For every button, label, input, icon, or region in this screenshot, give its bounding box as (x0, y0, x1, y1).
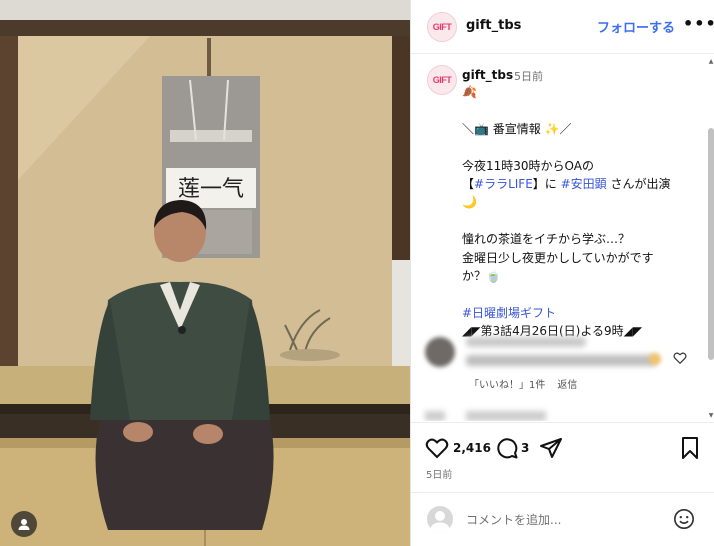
post-actions: 2,416 3 (411, 422, 714, 482)
follow-button[interactable]: フォローする (597, 17, 675, 36)
likes-count[interactable]: 2,416 (453, 441, 491, 455)
default-avatar-icon (430, 511, 450, 532)
current-user-avatar (427, 506, 453, 532)
caption-line: 金曜日少し夜更かししていかがです (462, 250, 654, 265)
post-photo[interactable]: 莲一气 (0, 0, 410, 546)
caption-line: ＼📺 番宣情報 ✨／ (462, 121, 572, 136)
caption-username[interactable]: gift_tbs (462, 68, 513, 82)
caption-line: 今夜11時30時からOAの (462, 158, 594, 173)
hashtag-link[interactable]: #安田顕 (561, 177, 607, 191)
comment-likes[interactable]: 「いいね！」1件 (469, 380, 545, 391)
comments-scroll-area[interactable]: GIFT gift_tbs 5日前 🍂 ＼📺 番宣情報 ✨／ 今夜11時30時か… (411, 55, 714, 421)
hashtag-link[interactable]: #ララLIFE (474, 177, 533, 191)
comments-count[interactable]: 3 (521, 441, 529, 455)
caption-line: 憧れの茶道をイチから学ぶ…？ (462, 232, 631, 247)
avatar-logo-text: GIFT (432, 22, 452, 32)
calligraphy-text: 莲一气 (178, 177, 244, 202)
blurred-comment-row (425, 411, 445, 421)
comment-meta: 「いいね！」1件 返信 (469, 376, 577, 391)
comment-input[interactable] (466, 510, 666, 530)
post-caption: 🍂 ＼📺 番宣情報 ✨／ 今夜11時30時からOAの 【#ララLIFE】に #安… (462, 83, 704, 340)
caption-line: か？🍵 (462, 268, 501, 283)
header-username[interactable]: gift_tbs (466, 18, 521, 33)
scrollbar-thumb[interactable] (708, 128, 714, 360)
tea-room-photo: 莲一气 (0, 0, 410, 546)
caption-time: 5日前 (514, 70, 543, 83)
blurred-emoji (649, 353, 661, 365)
heart-icon[interactable] (425, 436, 449, 460)
post-detail-panel: GIFT gift_tbs フォローする ••• GIFT gift_tbs 5… (410, 0, 714, 546)
bookmark-icon[interactable] (679, 436, 701, 460)
blurred-comment-row (466, 411, 546, 421)
comment-like-heart-icon[interactable] (673, 351, 687, 365)
hashtag-link[interactable]: #日曜劇場ギフト (462, 304, 704, 322)
emoji-icon[interactable] (673, 508, 695, 530)
commenter-avatar[interactable] (425, 337, 455, 367)
reply-button[interactable]: 返信 (557, 380, 577, 391)
comment-bar (411, 492, 714, 546)
blurred-commenter-name (466, 337, 586, 347)
caption-line: 【#ララLIFE】に #安田顕 さんが出演 (462, 176, 671, 191)
comment-icon[interactable] (495, 436, 519, 460)
caption-line: 🌙 (462, 195, 477, 210)
user-tag-button[interactable] (11, 511, 37, 537)
blurred-comment-text (466, 355, 656, 366)
caption-emoji: 🍂 (462, 85, 477, 99)
avatar-logo-text: GIFT (432, 75, 452, 85)
more-options-button[interactable]: ••• (683, 14, 714, 33)
comments-scrollbar[interactable]: ▲ ▼ (707, 58, 714, 420)
share-icon[interactable] (539, 436, 563, 460)
scroll-down-arrow[interactable]: ▼ (707, 412, 714, 420)
caption-avatar[interactable]: GIFT (427, 65, 457, 95)
post-header: GIFT gift_tbs フォローする ••• (411, 0, 714, 54)
scroll-up-arrow[interactable]: ▲ (707, 58, 714, 66)
post-date: 5日前 (426, 470, 453, 481)
user-tag-icon (18, 519, 30, 530)
profile-avatar[interactable]: GIFT (427, 12, 457, 42)
